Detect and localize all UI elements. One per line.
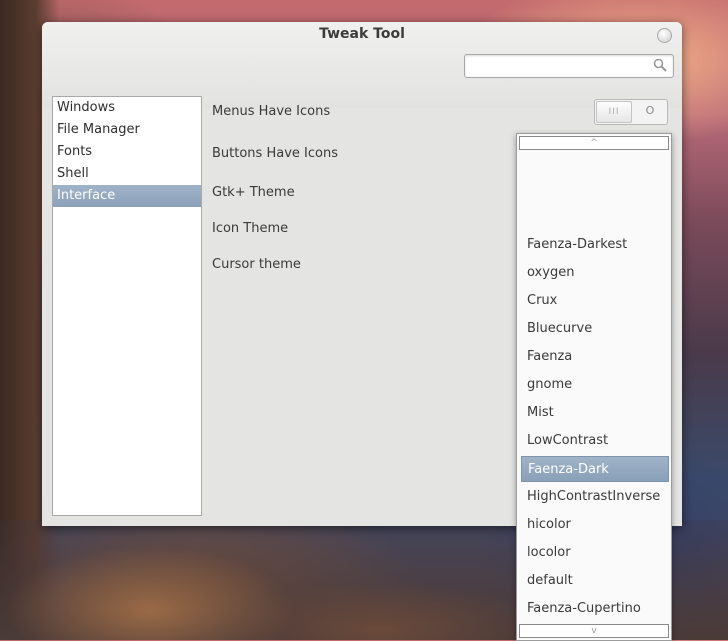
menus-have-icons-toggle[interactable]: III O [594,99,668,125]
dropdown-option[interactable]: default [521,568,669,594]
menus-have-icons-label: Menus Have Icons [212,104,331,119]
buttons-have-icons-label: Buttons Have Icons [212,146,338,161]
sidebar-item-windows[interactable]: Windows [53,97,201,119]
window-title: Tweak Tool [319,26,405,42]
close-button[interactable] [657,28,672,43]
dropdown-option[interactable]: Faenza [521,344,669,370]
dropdown-option[interactable]: locolor [521,540,669,566]
toggle-knob[interactable]: III [596,101,632,123]
dropdown-option[interactable]: oxygen [521,260,669,286]
toggle-off-icon: O [645,104,655,117]
dropdown-option[interactable]: Crux [521,288,669,314]
scroll-down-button[interactable]: v [519,624,669,638]
search-input[interactable] [469,55,653,77]
sidebar: Windows File Manager Fonts Shell Interfa… [52,96,202,516]
cursor-theme-label: Cursor theme [212,257,301,272]
dropdown-option[interactable]: Bluecurve [521,316,669,342]
sidebar-item-file-manager[interactable]: File Manager [53,119,201,141]
dropdown-option[interactable]: Mist [521,400,669,426]
dropdown-option[interactable]: HighContrastInverse [521,484,669,510]
dropdown-option[interactable]: Faenza-Cupertino [521,596,669,622]
gtk-theme-label: Gtk+ Theme [212,185,295,200]
sidebar-item-fonts[interactable]: Fonts [53,141,201,163]
dropdown-option[interactable]: LowContrast [521,428,669,454]
icon-theme-label: Icon Theme [212,221,289,236]
search-field[interactable] [464,54,674,78]
dropdown-option[interactable]: hicolor [521,512,669,538]
dropdown-option-selected[interactable]: Faenza-Dark [521,456,669,482]
search-icon[interactable] [653,58,667,72]
dropdown-option[interactable]: Faenza-Darkest [521,232,669,258]
sidebar-item-interface[interactable]: Interface [53,185,201,207]
sidebar-item-shell[interactable]: Shell [53,163,201,185]
icon-theme-dropdown-menu: ^ Faenza-Darkest oxygen Crux Bluecurve F… [516,133,672,641]
dropdown-option[interactable]: gnome [521,372,669,398]
scroll-up-button[interactable]: ^ [519,136,669,150]
